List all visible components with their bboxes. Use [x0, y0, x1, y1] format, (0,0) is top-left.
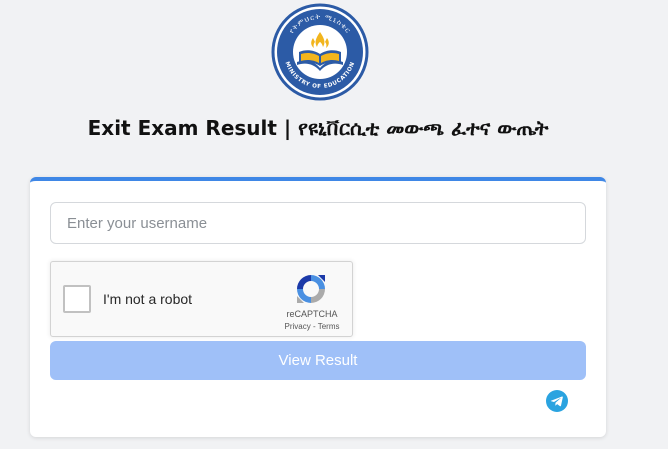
recaptcha-checkbox[interactable]: [63, 285, 91, 313]
recaptcha-brand: reCAPTCHA: [286, 309, 338, 319]
username-input[interactable]: [50, 202, 586, 244]
recaptcha-privacy-link[interactable]: Privacy: [285, 322, 311, 331]
result-form-card: I'm not a robot reCAPTCHA Privacy - Term…: [30, 177, 606, 437]
telegram-icon[interactable]: [546, 390, 568, 412]
recaptcha-widget: I'm not a robot reCAPTCHA Privacy - Term…: [50, 261, 353, 337]
recaptcha-terms-link[interactable]: Terms: [318, 322, 340, 331]
recaptcha-label: I'm not a robot: [103, 291, 193, 307]
page: የትምህርት ሚኒስቴር MINISTRY OF EDUCATION Exit …: [0, 0, 668, 449]
recaptcha-links: Privacy - Terms: [277, 322, 347, 331]
page-title: Exit Exam Result | የዩኒቨርሲቲ መውጫ ፈተና ውጤት: [87, 116, 549, 140]
view-result-button[interactable]: View Result: [50, 341, 586, 380]
recaptcha-link-separator: -: [310, 322, 318, 331]
ministry-emblem-icon: የትምህርት ሚኒስቴር MINISTRY OF EDUCATION: [270, 2, 370, 102]
recaptcha-arrows-icon: [297, 275, 325, 303]
